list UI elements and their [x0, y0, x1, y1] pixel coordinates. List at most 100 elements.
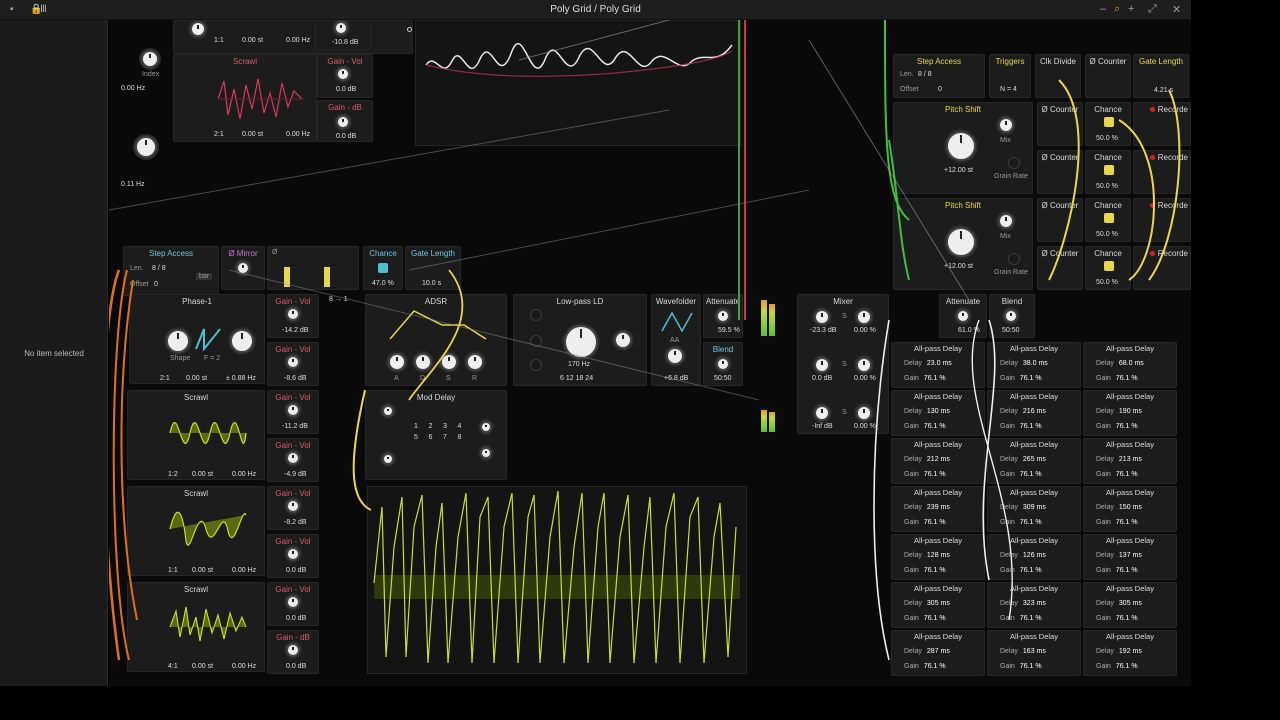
delay-row[interactable]: Delay 137 ms: [1096, 552, 1142, 559]
len-value[interactable]: 8 / 8: [918, 71, 932, 78]
gain-row[interactable]: Gain 76.1 %: [904, 615, 946, 622]
gain-knob[interactable]: [336, 115, 350, 129]
delay-value[interactable]: 128 ms: [927, 552, 950, 559]
solo-button[interactable]: S: [842, 313, 847, 320]
gain-row[interactable]: Gain 76.1 %: [904, 375, 946, 382]
scrawl-waveform[interactable]: [168, 405, 248, 461]
gain-value[interactable]: 76.1 %: [1020, 615, 1042, 622]
delay-row[interactable]: Delay 239 ms: [904, 504, 950, 511]
mixer-level-knob-3[interactable]: [814, 405, 830, 421]
sustain-knob[interactable]: [440, 353, 458, 371]
fold-knob[interactable]: [666, 347, 684, 365]
delay-value[interactable]: 190 ms: [1119, 408, 1142, 415]
gain-value[interactable]: 76.1 %: [1116, 423, 1138, 430]
division-cell[interactable]: 5: [414, 434, 425, 441]
gain-row[interactable]: Gain 76.1 %: [1096, 519, 1138, 526]
gain-value[interactable]: 76.1 %: [924, 663, 946, 670]
ratio-selector[interactable]: 8 → 1: [329, 296, 348, 303]
delay-value[interactable]: 287 ms: [927, 648, 950, 655]
pitch-shift-knob[interactable]: [946, 131, 976, 161]
delay-row[interactable]: Delay 216 ms: [1000, 408, 1046, 415]
volume-knob[interactable]: [286, 547, 300, 561]
division-cell[interactable]: 4: [458, 423, 469, 430]
volume-knob[interactable]: [286, 307, 300, 321]
delay-value[interactable]: 239 ms: [927, 504, 950, 511]
offset-value[interactable]: 0: [154, 281, 158, 288]
gain-row[interactable]: Gain 76.1 %: [904, 471, 946, 478]
delay-row[interactable]: Delay 287 ms: [904, 648, 950, 655]
attack-knob[interactable]: [388, 353, 406, 371]
gain-row[interactable]: Gain 76.1 %: [1000, 519, 1042, 526]
mixer-level-knob-1[interactable]: [814, 309, 830, 325]
delay-value[interactable]: 126 ms: [1023, 552, 1046, 559]
oscilloscope-top[interactable]: [415, 20, 741, 146]
scope-input-port[interactable]: [407, 27, 412, 32]
gain-row[interactable]: Gain 76.1 %: [904, 567, 946, 574]
gain-value[interactable]: 76.1 %: [1020, 663, 1042, 670]
delay-row[interactable]: Delay 212 ms: [904, 456, 950, 463]
delay-value[interactable]: 137 ms: [1119, 552, 1142, 559]
delay-row[interactable]: Delay 213 ms: [1096, 456, 1142, 463]
step-bar-2[interactable]: [324, 267, 330, 287]
division-cell[interactable]: 2: [429, 423, 440, 430]
gain-value[interactable]: 76.1 %: [1020, 519, 1042, 526]
decay-knob[interactable]: [414, 353, 432, 371]
gain-knob[interactable]: [334, 21, 348, 35]
close-icon[interactable]: ✕: [1172, 3, 1181, 16]
len-value[interactable]: 8 / 8: [152, 265, 166, 272]
dice-icon[interactable]: [1104, 261, 1114, 271]
delay-row[interactable]: Delay 38.0 ms: [1000, 360, 1048, 367]
gain-knob[interactable]: [286, 643, 300, 657]
gain-value[interactable]: 76.1 %: [1116, 471, 1138, 478]
record-indicator[interactable]: [1150, 107, 1155, 112]
delay-row[interactable]: Delay 128 ms: [904, 552, 950, 559]
dice-icon[interactable]: [1104, 165, 1114, 175]
grain-rate-knob[interactable]: [1008, 253, 1020, 265]
mix-knob[interactable]: [998, 117, 1014, 133]
gain-value[interactable]: 76.1 %: [924, 375, 946, 382]
delay-value[interactable]: 192 ms: [1119, 648, 1142, 655]
pitch-shift-knob[interactable]: [946, 227, 976, 257]
dice-icon[interactable]: [1104, 213, 1114, 223]
delay-row[interactable]: Delay 68.0 ms: [1096, 360, 1144, 367]
gain-row[interactable]: Gain 76.1 %: [904, 663, 946, 670]
scrawl-waveform[interactable]: [168, 597, 248, 653]
volume-knob[interactable]: [286, 499, 300, 513]
dice-icon[interactable]: [1104, 117, 1114, 127]
minimize-icon[interactable]: –: [1100, 3, 1106, 15]
delay-value[interactable]: 23.0 ms: [927, 360, 952, 367]
solo-button[interactable]: S: [842, 361, 847, 368]
volume-knob[interactable]: [286, 595, 300, 609]
gain-value[interactable]: 76.1 %: [924, 423, 946, 430]
gain-row[interactable]: Gain 76.1 %: [1096, 423, 1138, 430]
phase-knob[interactable]: [230, 329, 254, 353]
add-icon[interactable]: +: [1128, 3, 1134, 15]
grid-canvas[interactable]: 1:1 0.00 st 0.00 Hz -10.8 dB Index 0.00 …: [109, 20, 1191, 686]
mod-knob-2[interactable]: [530, 335, 542, 347]
delay-value[interactable]: 150 ms: [1119, 504, 1142, 511]
cutoff-knob[interactable]: [564, 325, 598, 359]
gain-value[interactable]: 76.1 %: [1020, 375, 1042, 382]
gain-row[interactable]: Gain 76.1 %: [1000, 567, 1042, 574]
delay-row[interactable]: Delay 309 ms: [1000, 504, 1046, 511]
offset-value[interactable]: 0: [938, 86, 942, 93]
gain-row[interactable]: Gain 76.1 %: [904, 423, 946, 430]
gain-row[interactable]: Gain 76.1 %: [1000, 423, 1042, 430]
delay-row[interactable]: Delay 150 ms: [1096, 504, 1142, 511]
delay-value[interactable]: 323 ms: [1023, 600, 1046, 607]
mixer-level-knob-2[interactable]: [814, 357, 830, 373]
gain-value[interactable]: 76.1 %: [924, 519, 946, 526]
delay-row[interactable]: Delay 130 ms: [904, 408, 950, 415]
blend-knob[interactable]: [1004, 309, 1018, 323]
delay-value[interactable]: 68.0 ms: [1119, 360, 1144, 367]
delay-row[interactable]: Delay 192 ms: [1096, 648, 1142, 655]
division-grid[interactable]: 1 2 3 4 5 6 7 8: [414, 423, 468, 441]
mix-knob[interactable]: [998, 213, 1014, 229]
index-knob[interactable]: [141, 50, 159, 68]
gain-value[interactable]: 76.1 %: [924, 567, 946, 574]
pan-knob-1[interactable]: [856, 309, 872, 325]
pan-knob-3[interactable]: [856, 405, 872, 421]
mod-knob-1[interactable]: [530, 309, 542, 321]
lfo-knob[interactable]: [135, 136, 157, 158]
grain-rate-knob[interactable]: [1008, 157, 1020, 169]
